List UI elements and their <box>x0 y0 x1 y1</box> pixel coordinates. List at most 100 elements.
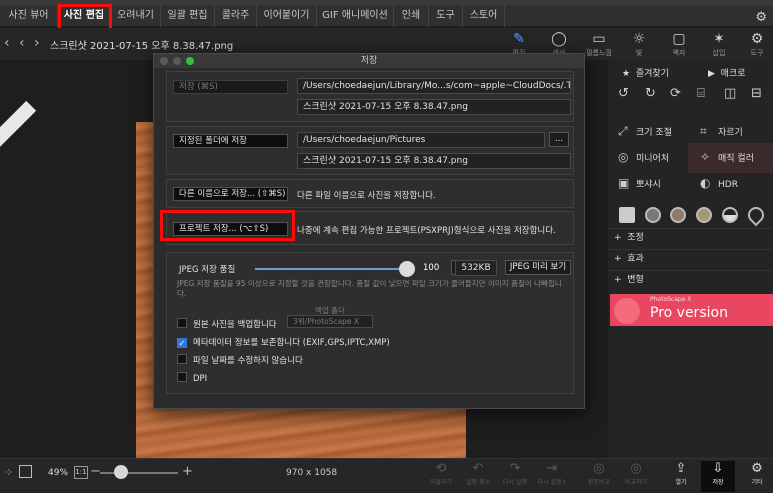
redo-all-icon: ⇥ <box>546 461 558 476</box>
tab-tools[interactable]: 도구 <box>429 5 463 27</box>
close-window-icon[interactable] <box>160 57 168 65</box>
jpeg-quality-thumb[interactable] <box>399 261 415 277</box>
tab-print[interactable]: 인쇄 <box>394 5 429 27</box>
current-path-field: /Users/choedaejun/Library/Mo...s/com~app… <box>297 78 571 94</box>
backup-original-checkbox[interactable] <box>177 318 187 328</box>
zoom-slider[interactable] <box>100 472 178 474</box>
revert-button[interactable]: ⟲ 되돌리기 <box>424 461 458 486</box>
jpeg-quality-slider[interactable] <box>255 268 405 270</box>
flip-vertical-icon[interactable]: ⊟ <box>751 86 762 101</box>
tab-store[interactable]: 스토어 <box>463 5 505 27</box>
more-icon: ⚙ <box>751 461 763 476</box>
project-description: 나중에 계속 편집 가능한 프로젝트(PSXPRJ)형식으로 사진을 저장합니다… <box>297 226 556 236</box>
rotate-left-icon[interactable]: ↺ <box>618 86 629 101</box>
list-icon[interactable] <box>619 207 635 223</box>
right-panel: ★ 즐겨찾기 ▶ 매크로 ↺ ↻ ⟳ ⌸ ◫ ⊟ ⤢ 크기 조절 ⌗ 자르기 ◎ 미니… <box>608 60 773 458</box>
undo-button[interactable]: ↶ 실행 취소 <box>461 461 495 486</box>
backup-original-option[interactable]: 원본 사진을 백업합니다 <box>177 318 277 330</box>
actual-size-button[interactable]: 1:1 <box>74 466 88 479</box>
open-button[interactable]: ⇪ 열기 <box>664 461 698 486</box>
frame-tool-button[interactable]: ▢ 액자 <box>664 31 694 58</box>
section-effects[interactable]: + 효과 <box>608 249 773 268</box>
keep-file-date-option[interactable]: 파일 날짜를 수정하지 않습니다 <box>177 354 303 366</box>
browse-folder-button[interactable]: ... <box>549 132 569 147</box>
tab-batch[interactable]: 일괄 편집 <box>161 5 215 27</box>
tab-cut-out[interactable]: 오려내기 <box>111 5 161 27</box>
dialog-title: 저장 <box>154 54 584 68</box>
bloom-icon: ▣ <box>618 176 630 190</box>
section-transform[interactable]: + 변형 <box>608 270 773 289</box>
keep-metadata-option[interactable]: ✓ 메타데이터 정보를 보존합니다 (EXIF,GPS,IPTC,XMP) <box>177 336 390 348</box>
flip-horizontal-icon[interactable]: ◫ <box>724 86 736 101</box>
grid-icon[interactable]: ⁘ <box>4 466 13 479</box>
rotate-right-icon[interactable]: ↻ <box>645 86 656 101</box>
circle-icon: ◯ <box>551 31 567 47</box>
section-adjust[interactable]: + 조정 <box>608 228 773 247</box>
compare-original-icon: ◎ <box>593 461 605 476</box>
zoom-level: 49% <box>48 468 69 478</box>
compare-button[interactable]: ◎ 비교하기 <box>619 461 653 486</box>
save-button[interactable]: ⇩ 저장 <box>701 461 735 492</box>
save-project-button[interactable]: 프로젝트 저장... (⌥⇧S) <box>173 222 288 236</box>
tools-tool-button[interactable]: ⚙ 도구 <box>742 31 772 58</box>
redo-button[interactable]: ↷ 다시 실행 <box>498 461 532 486</box>
settings-gear-icon[interactable]: ⚙ <box>755 10 767 25</box>
miniature-icon: ◎ <box>618 150 629 164</box>
forward-arrow-icon[interactable]: › <box>34 35 40 51</box>
redo-icon: ↷ <box>509 461 521 476</box>
resize-icon: ⤢ <box>618 124 628 138</box>
macro-tab[interactable]: ▶ 매크로 <box>708 66 746 79</box>
preset-gray-icon[interactable] <box>645 207 661 223</box>
back-arrow-icon[interactable]: ‹ <box>19 35 25 51</box>
preset-warm-icon[interactable] <box>696 207 712 223</box>
backup-folder-field[interactable]: 3위/PhotoScape X <box>287 315 373 328</box>
crop-tool[interactable]: ⌗ 자르기 <box>700 124 743 139</box>
minimize-window-icon[interactable] <box>173 57 181 65</box>
pro-version-banner[interactable]: PhotoScape X Pro version <box>610 294 773 326</box>
favorites-tab[interactable]: ★ 즐겨찾기 <box>622 66 669 79</box>
tab-gif[interactable]: GIF 애니메이션 <box>317 5 394 27</box>
save-as-button[interactable]: 다른 이름으로 저장... (⇧⌘S) <box>173 187 288 201</box>
fit-screen-icon[interactable] <box>19 465 32 478</box>
miniature-tool[interactable]: ◎ 미니어처 <box>618 150 669 164</box>
save-as-group: 다른 이름으로 저장... (⇧⌘S) 다른 파일 이름으로 사진을 저장합니다… <box>166 179 574 208</box>
resize-tool[interactable]: ⤢ 크기 조절 <box>618 124 672 139</box>
more-button[interactable]: ⚙ 기타 <box>740 461 773 486</box>
tab-collage[interactable]: 콜라주 <box>215 5 257 27</box>
play-icon: ▶ <box>708 69 715 79</box>
perspective-icon[interactable]: ⌸ <box>697 86 705 101</box>
preset-half-icon[interactable] <box>722 207 738 223</box>
zoom-window-icon[interactable] <box>186 57 194 65</box>
hdr-tool[interactable]: ◐ HDR <box>700 176 738 190</box>
zoom-in-icon[interactable]: + <box>182 464 193 479</box>
jpeg-size-field: 532KB <box>455 260 497 276</box>
save-to-folder-button[interactable]: 지정된 폴더에 저장 <box>173 134 288 148</box>
zoom-slider-thumb[interactable] <box>114 465 128 479</box>
dpi-checkbox[interactable] <box>177 372 187 382</box>
tab-viewer[interactable]: 사진 뷰어 <box>0 5 58 27</box>
folder-filename-field[interactable]: 스크린샷 2021-07-15 오후 8.38.47.png <box>297 153 571 169</box>
prev-arrow-icon[interactable]: ‹ <box>4 35 10 51</box>
jpeg-preview-button[interactable]: JPEG 미리 보기 <box>505 260 571 275</box>
tab-photo-editor[interactable]: 사진 편집 <box>58 5 111 27</box>
undo-icon: ↶ <box>472 461 484 476</box>
corner-tag <box>0 100 37 154</box>
magic-color-tool[interactable]: ✧ 매직 컬러 <box>700 150 754 164</box>
redo-all-button[interactable]: ⇥ 다시 실행+ <box>535 461 569 486</box>
rotate-free-icon[interactable]: ⟳ <box>670 86 681 101</box>
drop-icon[interactable] <box>744 203 768 227</box>
tab-combine[interactable]: 이어붙이기 <box>257 5 317 27</box>
preset-sepia-icon[interactable] <box>670 207 686 223</box>
insert-tool-button[interactable]: ✶ 삽입 <box>704 31 734 58</box>
save-in-place-button[interactable]: 저장 (⌘S) <box>173 80 288 94</box>
jpeg-info-text: JPEG 저장 품질을 95 이상으로 지정할 것을 권장합니다. 품질 값이 … <box>177 279 562 298</box>
insert-icon: ✶ <box>713 31 725 47</box>
film-tool-button[interactable]: ▭ 필름느낌 <box>584 31 614 58</box>
keep-metadata-checkbox[interactable]: ✓ <box>177 338 187 348</box>
keep-file-date-checkbox[interactable] <box>177 354 187 364</box>
compare-original-button[interactable]: ◎ 원본비교 <box>582 461 616 486</box>
light-tool-button[interactable]: ☼ 빛 <box>624 31 654 58</box>
current-filename-field[interactable]: 스크린샷 2021-07-15 오후 8.38.47.png <box>297 99 571 115</box>
bloom-tool[interactable]: ▣ 뽀샤시 <box>618 176 661 190</box>
dpi-option[interactable]: DPI <box>177 372 207 384</box>
